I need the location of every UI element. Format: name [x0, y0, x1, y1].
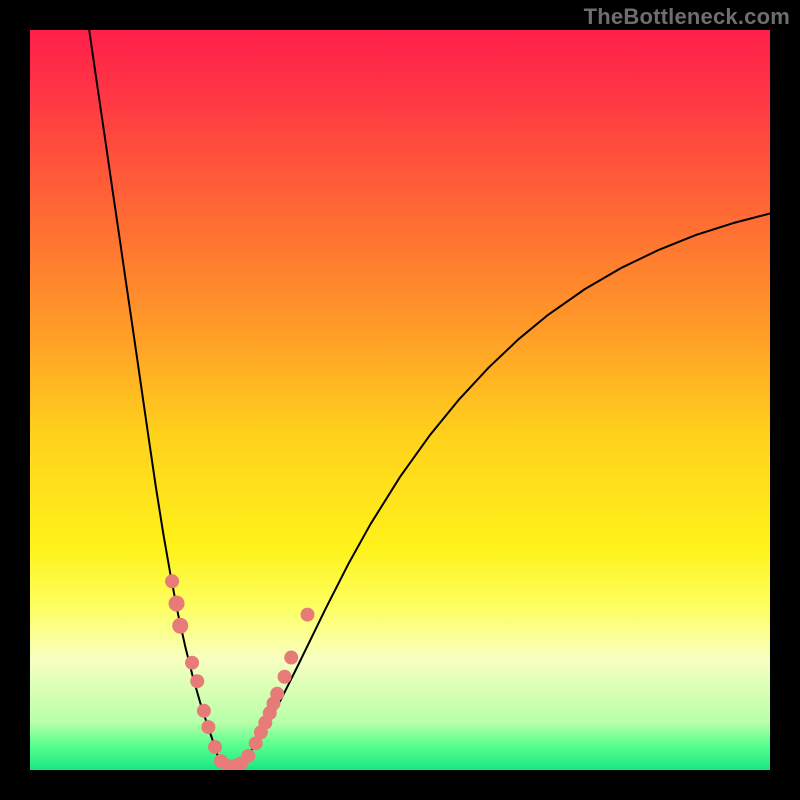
data-marker — [185, 656, 199, 670]
gradient-background — [30, 30, 770, 770]
data-marker — [169, 596, 185, 612]
data-marker — [241, 749, 255, 763]
data-marker — [284, 651, 298, 665]
watermark-text: TheBottleneck.com — [584, 4, 790, 30]
data-marker — [270, 687, 284, 701]
data-marker — [165, 574, 179, 588]
data-marker — [201, 720, 215, 734]
data-marker — [208, 740, 222, 754]
data-marker — [190, 674, 204, 688]
data-marker — [197, 704, 211, 718]
plot-area — [30, 30, 770, 770]
data-marker — [278, 670, 292, 684]
chart-svg — [30, 30, 770, 770]
data-marker — [301, 608, 315, 622]
data-marker — [172, 618, 188, 634]
chart-frame: TheBottleneck.com — [0, 0, 800, 800]
